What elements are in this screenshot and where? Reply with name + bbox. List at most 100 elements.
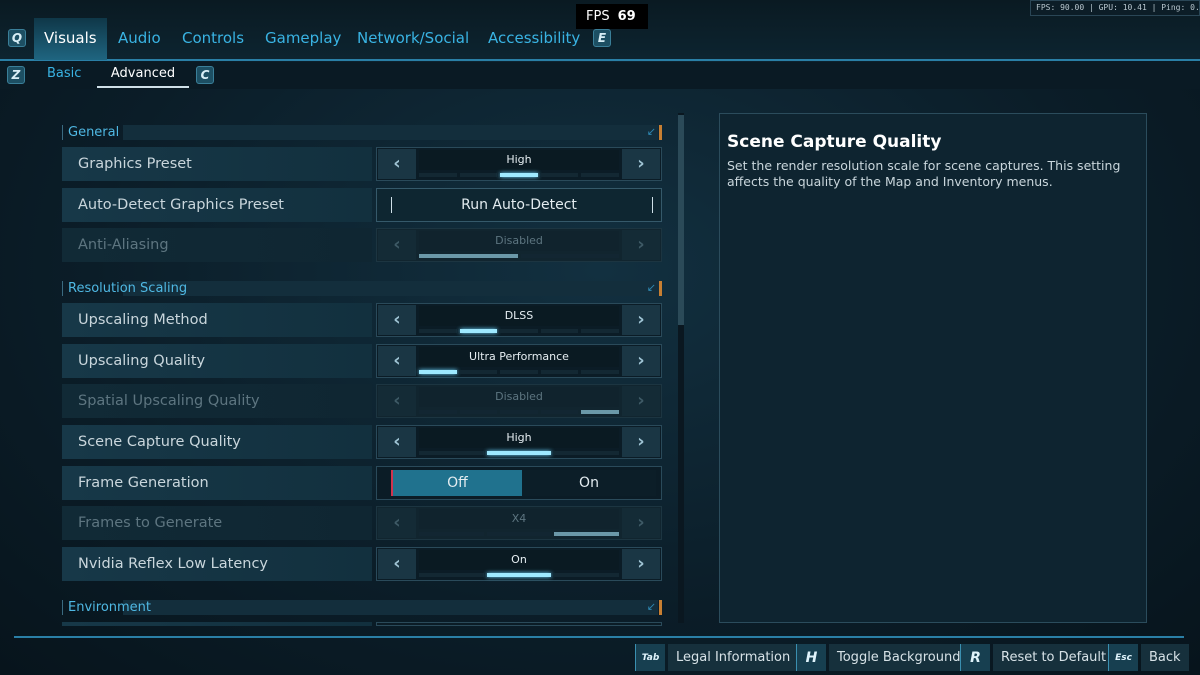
tab-audio[interactable]: Audio: [108, 18, 171, 60]
option-segment: [541, 410, 579, 414]
reset-to-default-button[interactable]: RReset to Default: [960, 644, 1114, 671]
toggle-background-button[interactable]: HToggle Background: [796, 644, 969, 671]
prev-tab-key-hint[interactable]: Q: [8, 29, 26, 47]
option-selector[interactable]: ‹High›: [376, 147, 662, 181]
setting-row-auto-detect-graphics-preset: Auto-Detect Graphics PresetRun Auto-Dete…: [62, 188, 662, 222]
back-button[interactable]: EscBack: [1108, 644, 1189, 671]
subtab-advanced[interactable]: Advanced: [97, 62, 189, 88]
selected-value: DLSS: [419, 306, 619, 326]
toggle-option-on[interactable]: On: [522, 470, 656, 496]
option-segment: [500, 370, 538, 374]
tab-key-hint: Tab: [635, 644, 665, 671]
selected-value: Disabled: [419, 231, 619, 251]
toggle-option-off[interactable]: Off: [391, 470, 522, 496]
option-segment: [554, 532, 619, 536]
setting-row-graphics-preset: Graphics Preset‹High›: [62, 147, 662, 181]
chevron-right-icon: ›: [622, 386, 660, 416]
chevron-right-icon[interactable]: ›: [622, 346, 660, 376]
description-title: Scene Capture Quality: [727, 132, 1139, 152]
option-indicator: [419, 329, 619, 333]
next-subtab-key-hint[interactable]: C: [196, 66, 214, 84]
section-title: General: [68, 125, 119, 140]
option-segment: [419, 370, 457, 374]
setting-row-partial: [62, 622, 662, 626]
tab-gameplay[interactable]: Gameplay: [255, 18, 351, 60]
option-segment: [581, 370, 619, 374]
section-header-general[interactable]: General ↙: [62, 125, 662, 140]
scrollbar-thumb[interactable]: [678, 115, 684, 325]
run-auto-detect-button[interactable]: Run Auto-Detect: [376, 188, 662, 222]
setting-description-panel: Scene Capture Quality Set the render res…: [719, 113, 1147, 623]
tab-visuals[interactable]: Visuals: [34, 18, 107, 60]
option-segment: [419, 329, 457, 333]
r-key-hint: R: [960, 644, 990, 671]
option-segment: [487, 573, 552, 577]
option-segment: [487, 532, 552, 536]
setting-label-bg: [62, 622, 372, 626]
option-segment: [541, 173, 579, 177]
subtab-basic[interactable]: Basic: [47, 62, 81, 88]
option-selector[interactable]: ‹High›: [376, 425, 662, 459]
section-header-environment[interactable]: Environment ↙: [62, 600, 662, 615]
setting-label: Nvidia Reflex Low Latency: [62, 547, 372, 581]
option-segment: [541, 329, 579, 333]
chevron-left-icon[interactable]: ‹: [378, 427, 416, 457]
setting-row-upscaling-method: Upscaling Method‹DLSS›: [62, 303, 662, 337]
option-segment: [581, 410, 619, 414]
h-key-hint: H: [796, 644, 826, 671]
option-segment: [581, 329, 619, 333]
tab-controls[interactable]: Controls: [172, 18, 254, 60]
section-header-bar: [123, 125, 658, 140]
next-tab-key-hint[interactable]: E: [593, 29, 611, 47]
selected-value: Disabled: [419, 387, 619, 407]
chevron-right-icon[interactable]: ›: [622, 305, 660, 335]
chevron-left-icon: ‹: [378, 508, 416, 538]
collapse-arrow-icon[interactable]: ↙: [647, 124, 656, 139]
chevron-left-icon[interactable]: ‹: [378, 149, 416, 179]
chevron-left-icon[interactable]: ‹: [378, 346, 416, 376]
option-segment: [500, 410, 538, 414]
chevron-right-icon: ›: [622, 230, 660, 260]
chevron-right-icon[interactable]: ›: [622, 549, 660, 579]
selected-value: High: [419, 150, 619, 170]
section-header-resolution[interactable]: Resolution Scaling↙: [62, 281, 662, 296]
option-segment: [541, 370, 579, 374]
option-selector[interactable]: ‹Ultra Performance›: [376, 344, 662, 378]
section-title: Environment: [68, 600, 151, 615]
chevron-left-icon[interactable]: ‹: [378, 305, 416, 335]
setting-row-upscaling-quality: Upscaling Quality‹Ultra Performance›: [62, 344, 662, 378]
setting-label: Graphics Preset: [62, 147, 372, 181]
fps-label: FPS: [586, 9, 610, 24]
toggle-switch[interactable]: OffOn: [376, 466, 662, 500]
setting-label: Scene Capture Quality: [62, 425, 372, 459]
button-label: Legal Information: [668, 644, 798, 671]
option-segment: [460, 410, 498, 414]
chevron-right-icon[interactable]: ›: [622, 149, 660, 179]
legal-information-button[interactable]: TabLegal Information: [635, 644, 798, 671]
button-label: Back: [1141, 644, 1189, 671]
collapse-arrow-icon[interactable]: ↙: [647, 280, 656, 295]
option-selector: [376, 622, 662, 626]
option-selector[interactable]: ‹DLSS›: [376, 303, 662, 337]
chevron-right-icon[interactable]: ›: [622, 427, 660, 457]
tab-accessibility[interactable]: Accessibility: [478, 18, 590, 60]
option-selector[interactable]: ‹On›: [376, 547, 662, 581]
collapse-arrow-icon[interactable]: ↙: [647, 599, 656, 614]
option-segment: [500, 173, 538, 177]
chevron-right-icon: ›: [622, 508, 660, 538]
setting-label: Upscaling Quality: [62, 344, 372, 378]
option-indicator: [419, 173, 619, 177]
chevron-left-icon[interactable]: ‹: [378, 549, 416, 579]
option-indicator: [419, 532, 619, 536]
setting-row-anti-aliasing: Anti-Aliasing‹Disabled›: [62, 228, 662, 262]
chevron-left-icon: ‹: [378, 230, 416, 260]
setting-label: Upscaling Method: [62, 303, 372, 337]
description-text: Set the render resolution scale for scen…: [727, 158, 1139, 190]
tab-network-social[interactable]: Network/Social: [347, 18, 479, 60]
option-segment: [419, 254, 518, 258]
setting-label: Frames to Generate: [62, 506, 372, 540]
option-segment: [419, 173, 457, 177]
option-selector: ‹Disabled›: [376, 228, 662, 262]
prev-subtab-key-hint[interactable]: Z: [7, 66, 25, 84]
chevron-left-icon: ‹: [378, 386, 416, 416]
